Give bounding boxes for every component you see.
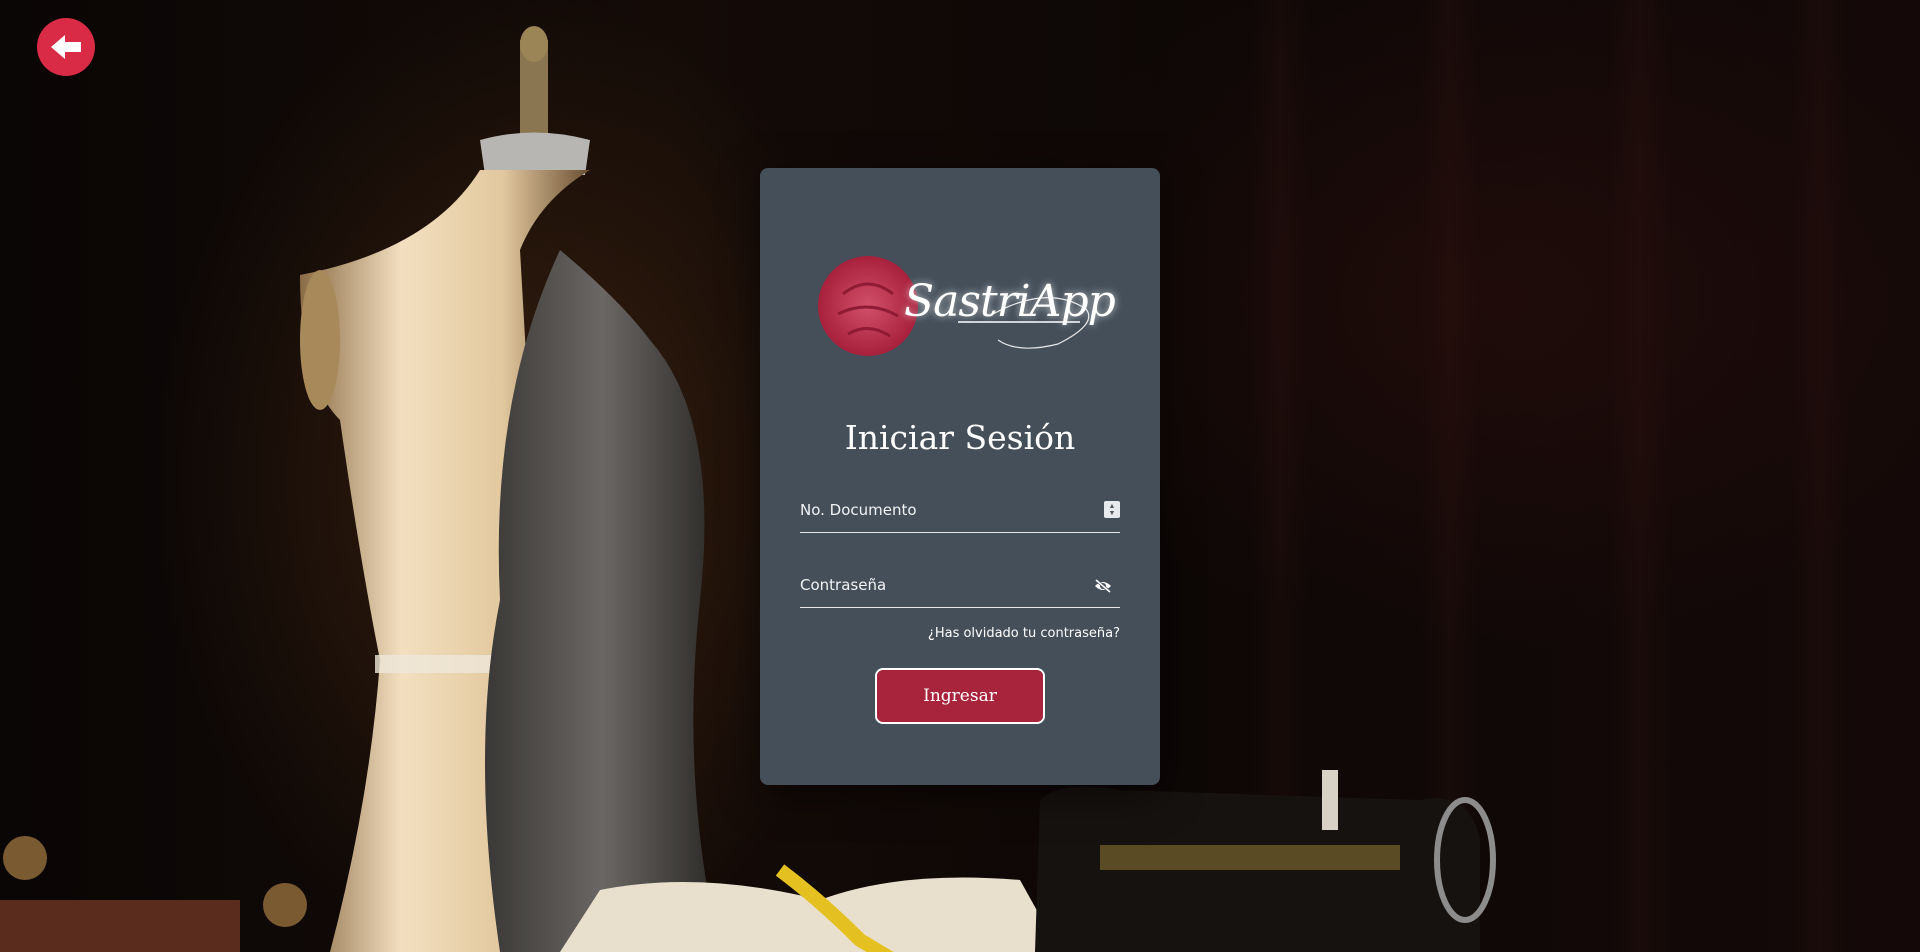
- chevron-up-icon: ▲: [1108, 502, 1116, 510]
- forgot-password-link[interactable]: ¿Has olvidado tu contraseña?: [928, 626, 1120, 641]
- page-title: Iniciar Sesión: [844, 418, 1076, 457]
- app-logo: SastriApp: [818, 254, 1116, 364]
- document-field: ▲ ▼: [800, 490, 1120, 533]
- number-stepper[interactable]: ▲ ▼: [1104, 501, 1120, 518]
- eye-slash-icon[interactable]: [1094, 578, 1112, 594]
- arrow-left-icon: [51, 35, 81, 59]
- submit-button[interactable]: Ingresar: [875, 668, 1045, 724]
- chevron-down-icon: ▼: [1108, 509, 1116, 517]
- document-input[interactable]: [800, 490, 1080, 530]
- back-button[interactable]: [37, 18, 95, 76]
- password-field: [800, 565, 1120, 608]
- login-card: SastriApp Iniciar Sesión ▲ ▼ ¿Has olvida…: [760, 168, 1160, 785]
- app-logo-text: SastriApp: [904, 276, 1116, 327]
- password-input[interactable]: [800, 565, 1080, 605]
